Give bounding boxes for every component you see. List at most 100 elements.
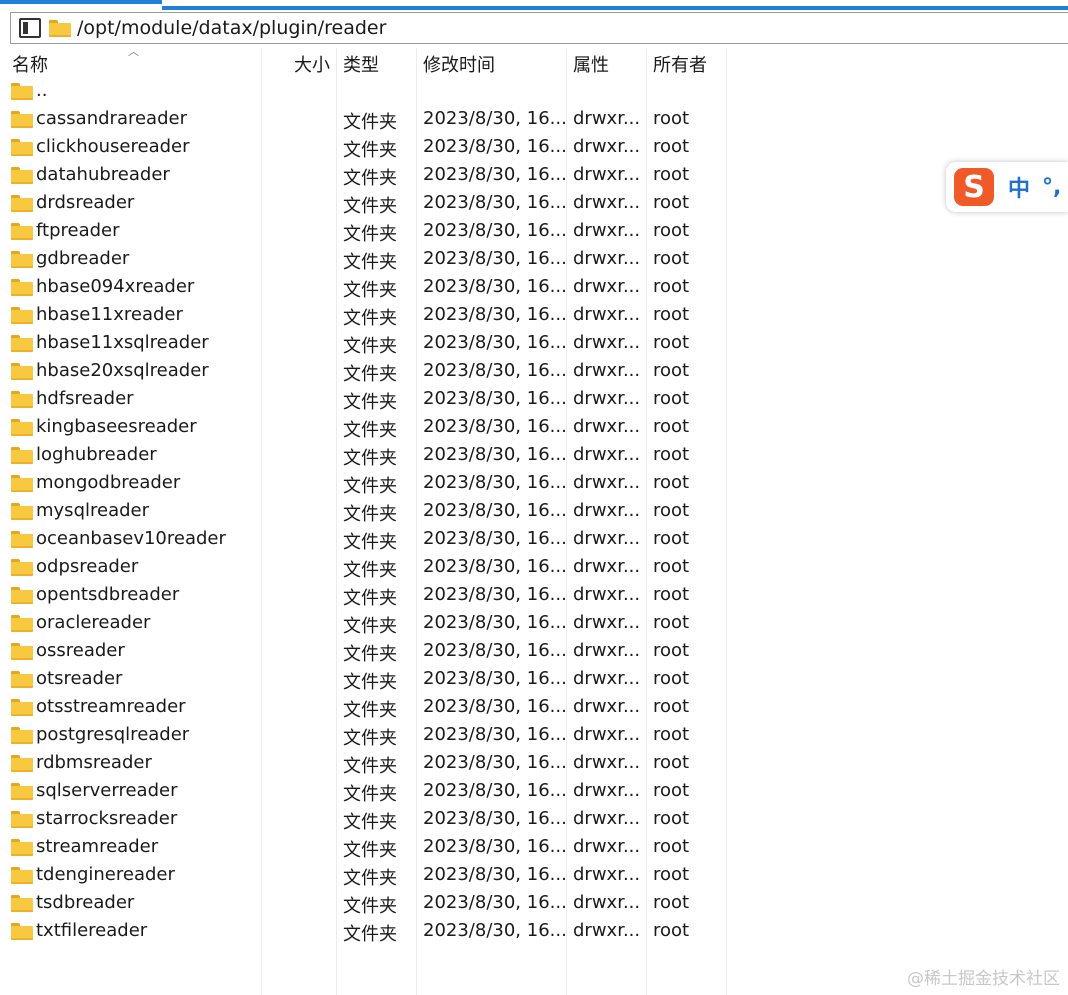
ime-toolbar[interactable]: S 中 °, bbox=[946, 162, 1068, 212]
table-row[interactable]: otsreader 文件夹 2023/8/30, 16... drwxr... root bbox=[0, 666, 728, 694]
table-row[interactable]: tsdbreader 文件夹 2023/8/30, 16... drwxr... roo… bbox=[0, 890, 728, 918]
table-row[interactable]: ossreader 文件夹 2023/8/30, 16... drwxr... root bbox=[0, 638, 728, 666]
table-row[interactable]: oraclereader 文件夹 2023/8/30, 16... drwxr... r… bbox=[0, 610, 728, 638]
file-attributes: drwxr... bbox=[573, 388, 641, 409]
table-row[interactable]: odpsreader 文件夹 2023/8/30, 16... drwxr... roo… bbox=[0, 554, 728, 582]
file-name: ftpreader bbox=[36, 220, 120, 241]
column-header-type[interactable]: 类型 bbox=[343, 51, 379, 77]
file-name: rdbmsreader bbox=[36, 752, 152, 773]
table-row[interactable]: hbase20xsqlreader 文件夹 2023/8/30, 16... drwx… bbox=[0, 358, 728, 386]
table-row[interactable]: streamreader 文件夹 2023/8/30, 16... drwxr... r… bbox=[0, 834, 728, 862]
column-header-attr[interactable]: 属性 bbox=[573, 51, 609, 77]
ime-mode-toggle[interactable]: 中 bbox=[1008, 171, 1030, 203]
file-type: 文件夹 bbox=[343, 336, 397, 357]
file-attributes: drwxr... bbox=[573, 472, 641, 493]
table-row[interactable]: kingbaseesreader 文件夹 2023/8/30, 16... drwxr… bbox=[0, 414, 728, 442]
file-attributes: drwxr... bbox=[573, 220, 641, 241]
table-row[interactable]: hbase11xsqlreader 文件夹 2023/8/30, 16... drwx… bbox=[0, 330, 728, 358]
file-mtime: 2023/8/30, 16... bbox=[423, 584, 567, 605]
file-attributes: drwxr... bbox=[573, 752, 641, 773]
column-header-size[interactable]: 大小 bbox=[294, 51, 330, 77]
file-name: gdbreader bbox=[36, 248, 130, 269]
table-row[interactable]: tdenginereader 文件夹 2023/8/30, 16... drwxr..… bbox=[0, 862, 728, 890]
folder-icon bbox=[11, 167, 33, 184]
column-header-mtime[interactable]: 修改时间 bbox=[423, 51, 495, 77]
file-owner: root bbox=[653, 192, 690, 213]
table-row[interactable]: mongodbreader 文件夹 2023/8/30, 16... drwxr...… bbox=[0, 470, 728, 498]
table-row[interactable]: cassandrareader 文件夹 2023/8/30, 16... drwxr.… bbox=[0, 106, 728, 134]
folder-icon bbox=[11, 531, 33, 548]
folder-icon bbox=[11, 923, 33, 940]
file-mtime: 2023/8/30, 16... bbox=[423, 136, 567, 157]
table-row[interactable]: starrocksreader 文件夹 2023/8/30, 16... drwxr.… bbox=[0, 806, 728, 834]
file-type: 文件夹 bbox=[343, 924, 397, 945]
table-row[interactable]: txtfilereader 文件夹 2023/8/30, 16... drwxr...… bbox=[0, 918, 728, 946]
file-mtime: 2023/8/30, 16... bbox=[423, 612, 567, 633]
file-attributes: drwxr... bbox=[573, 612, 641, 633]
file-type: 文件夹 bbox=[343, 588, 397, 609]
table-row[interactable]: oceanbasev10reader 文件夹 2023/8/30, 16... drw… bbox=[0, 526, 728, 554]
file-attributes: drwxr... bbox=[573, 920, 641, 941]
file-mtime: 2023/8/30, 16... bbox=[423, 304, 567, 325]
file-attributes: drwxr... bbox=[573, 864, 641, 885]
table-row[interactable]: hdfsreader 文件夹 2023/8/30, 16... drwxr... roo… bbox=[0, 386, 728, 414]
file-name: ossreader bbox=[36, 640, 125, 661]
file-owner: root bbox=[653, 360, 690, 381]
table-row[interactable]: loghubreader 文件夹 2023/8/30, 16... drwxr... r… bbox=[0, 442, 728, 470]
file-name: sqlserverreader bbox=[36, 780, 178, 801]
file-attributes: drwxr... bbox=[573, 668, 641, 689]
ime-punctuation-toggle[interactable]: °, bbox=[1042, 175, 1061, 200]
table-row[interactable]: ftpreader 文件夹 2023/8/30, 16... drwxr... root bbox=[0, 218, 728, 246]
file-attributes: drwxr... bbox=[573, 416, 641, 437]
file-name: hbase094xreader bbox=[36, 276, 195, 297]
column-header-name[interactable]: 名称 bbox=[12, 51, 48, 77]
file-mtime: 2023/8/30, 16... bbox=[423, 808, 567, 829]
folder-icon bbox=[11, 223, 33, 240]
table-row[interactable]: opentsdbreader 文件夹 2023/8/30, 16... drwxr..… bbox=[0, 582, 728, 610]
sogou-logo-icon[interactable]: S bbox=[954, 168, 994, 206]
file-type: 文件夹 bbox=[343, 560, 397, 581]
table-row[interactable]: gdbreader 文件夹 2023/8/30, 16... drwxr... root bbox=[0, 246, 728, 274]
table-row[interactable]: rdbmsreader 文件夹 2023/8/30, 16... drwxr... ro… bbox=[0, 750, 728, 778]
file-type: 文件夹 bbox=[343, 224, 397, 245]
file-mtime: 2023/8/30, 16... bbox=[423, 696, 567, 717]
table-row[interactable]: sqlserverreader 文件夹 2023/8/30, 16... drwxr.… bbox=[0, 778, 728, 806]
folder-icon bbox=[11, 895, 33, 912]
window-top-strip bbox=[0, 0, 1068, 10]
file-type: 文件夹 bbox=[343, 616, 397, 637]
file-type: 文件夹 bbox=[343, 728, 397, 749]
file-type: 文件夹 bbox=[343, 364, 397, 385]
folder-icon bbox=[11, 195, 33, 212]
table-row[interactable]: clickhousereader 文件夹 2023/8/30, 16... drwxr… bbox=[0, 134, 728, 162]
file-mtime: 2023/8/30, 16... bbox=[423, 556, 567, 577]
table-row[interactable]: hbase11xreader 文件夹 2023/8/30, 16... drwxr..… bbox=[0, 302, 728, 330]
path-input[interactable]: /opt/module/datax/plugin/reader bbox=[77, 17, 386, 39]
panel-toggle-icon[interactable] bbox=[19, 18, 41, 38]
path-bar[interactable]: /opt/module/datax/plugin/reader bbox=[10, 12, 1068, 44]
file-owner: root bbox=[653, 836, 690, 857]
file-mtime: 2023/8/30, 16... bbox=[423, 332, 567, 353]
table-row[interactable]: otsstreamreader 文件夹 2023/8/30, 16... drwxr.… bbox=[0, 694, 728, 722]
file-attributes: drwxr... bbox=[573, 164, 641, 185]
file-list: ︿ 名称 大小 类型 修改时间 属性 所有者 .. cassandrareade… bbox=[0, 45, 1068, 995]
file-name: kingbaseesreader bbox=[36, 416, 197, 437]
file-type: 文件夹 bbox=[343, 280, 397, 301]
table-row[interactable]: postgresqlreader 文件夹 2023/8/30, 16... drwxr… bbox=[0, 722, 728, 750]
file-attributes: drwxr... bbox=[573, 136, 641, 157]
file-attributes: drwxr... bbox=[573, 640, 641, 661]
file-mtime: 2023/8/30, 16... bbox=[423, 500, 567, 521]
file-owner: root bbox=[653, 304, 690, 325]
table-row[interactable]: datahubreader 文件夹 2023/8/30, 16... drwxr...… bbox=[0, 162, 728, 190]
folder-icon bbox=[11, 811, 33, 828]
file-name: otsreader bbox=[36, 668, 123, 689]
table-row[interactable]: drdsreader 文件夹 2023/8/30, 16... drwxr... roo… bbox=[0, 190, 728, 218]
file-type: 文件夹 bbox=[343, 420, 397, 441]
file-owner: root bbox=[653, 668, 690, 689]
column-header-owner[interactable]: 所有者 bbox=[653, 51, 707, 77]
folder-icon bbox=[11, 727, 33, 744]
file-type: 文件夹 bbox=[343, 168, 397, 189]
table-row[interactable]: mysqlreader 文件夹 2023/8/30, 16... drwxr... ro… bbox=[0, 498, 728, 526]
parent-directory-row[interactable]: .. bbox=[0, 78, 728, 106]
table-row[interactable]: hbase094xreader 文件夹 2023/8/30, 16... drwxr.… bbox=[0, 274, 728, 302]
folder-icon bbox=[11, 307, 33, 324]
